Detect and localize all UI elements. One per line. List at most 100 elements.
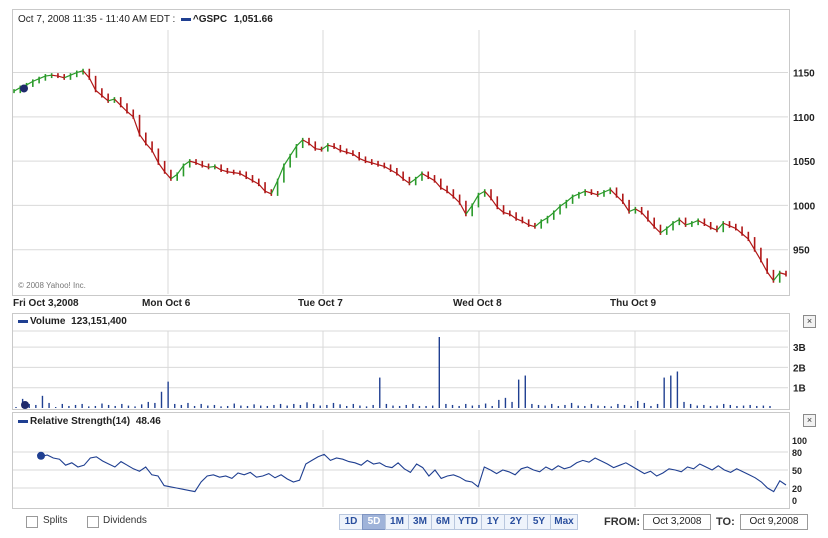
price-segment [779,272,787,276]
price-segment [452,196,461,204]
price-segment [202,164,209,168]
price-segment [678,219,686,226]
price-segment [647,219,655,228]
bottom-toolbar: Splits Dividends 1D 5D 1M 3M 6M YTD 1Y 2Y 5Y Max … [0,512,828,534]
range-button-1d[interactable]: 1D [339,514,363,530]
price-segment [208,165,215,168]
price-segment [509,213,517,220]
day-label-thu: Thu Oct 9 [610,298,657,309]
price-segment [63,74,71,79]
price-segment [315,148,322,151]
price-segment [723,222,730,227]
price-segment [409,178,417,184]
copyright-text: © 2008 Yahoo! Inc. [18,281,86,290]
price-segment [13,87,21,92]
price-segment [170,173,178,180]
from-label: FROM: [604,516,641,528]
price-segment [176,165,184,175]
price-segment [132,116,141,135]
price-segment [754,249,762,261]
volume-tick-label: 1B [793,384,806,395]
from-date-input[interactable]: Oct 3,2008 [643,514,711,530]
price-segment [45,74,52,77]
price-segment [107,98,115,102]
price-segment [547,212,555,219]
price-segment [245,176,253,182]
price-segment [139,134,147,144]
price-segment [603,188,611,193]
dividends-label: Dividends [103,515,147,526]
day-label-tue: Tue Oct 7 [298,298,343,309]
price-segment [653,226,661,234]
price-segment [666,222,674,229]
price-segment [528,224,536,228]
price-segment [302,139,310,144]
range-button-5d[interactable]: 5D [362,514,386,530]
price-segment [609,189,617,197]
range-button-6m[interactable]: 6M [431,514,455,530]
rsi-tick-label: 20 [792,484,802,494]
price-segment [233,172,241,175]
price-segment [126,111,134,118]
to-date-input[interactable]: Oct 9,2008 [740,514,808,530]
price-segment [628,208,636,213]
price-segment [88,77,97,91]
price-segment [377,164,385,168]
price-segment [346,151,354,155]
price-segment [772,272,781,282]
price-segment [484,190,492,199]
price-segment [522,220,529,226]
price-segment [427,176,435,182]
price-segment [515,218,523,222]
rsi-chart[interactable]: 0 20 50 80 100 [0,412,828,512]
range-button-max[interactable]: Max [550,514,578,530]
price-chart[interactable]: 950 1000 1050 1100 1150 [0,0,828,300]
price-segment [277,165,285,181]
price-segment [660,227,668,234]
price-segment [26,80,34,86]
rsi-tick-label: 80 [792,448,802,458]
range-button-1y[interactable]: 1Y [481,514,505,530]
range-button-2y[interactable]: 2Y [504,514,528,530]
price-segment [195,162,203,167]
range-button-3m[interactable]: 3M [408,514,432,530]
price-segment [57,75,65,79]
splits-checkbox[interactable] [26,516,38,528]
price-segment [704,223,711,229]
range-button-5y[interactable]: 5Y [527,514,551,530]
price-segment [584,190,592,194]
price-tick-label: 1000 [793,201,816,212]
rsi-tick-label: 50 [792,466,802,476]
price-segment [120,104,128,112]
price-segment [114,98,122,106]
price-tick-label: 1050 [793,157,816,168]
price-segment [289,145,297,157]
price-tick-label: 1150 [793,69,815,80]
price-segment [239,172,247,178]
price-segment [264,190,272,195]
price-segment [591,192,598,196]
to-label: TO: [716,516,735,528]
range-button-ytd[interactable]: YTD [454,514,482,530]
price-segment [214,165,222,171]
price-segment [333,146,341,152]
volume-chart[interactable]: 1B 2B 3B [0,313,828,413]
price-segment [415,173,423,180]
price-segment [691,219,699,224]
price-segment [157,162,166,173]
price-segment [252,180,260,185]
price-segment [270,180,279,195]
price-segment [95,89,103,97]
price-segment [327,144,335,148]
price-segment [597,191,605,196]
price-segment [672,219,680,224]
price-segment [296,139,304,147]
range-button-1m[interactable]: 1M [385,514,409,530]
price-segment [565,196,573,203]
price-segment [503,211,511,215]
dividends-checkbox[interactable] [87,516,99,528]
price-tick-label: 1100 [793,113,815,124]
price-segment [145,142,153,151]
price-segment [321,144,329,151]
price-segment [390,169,398,175]
